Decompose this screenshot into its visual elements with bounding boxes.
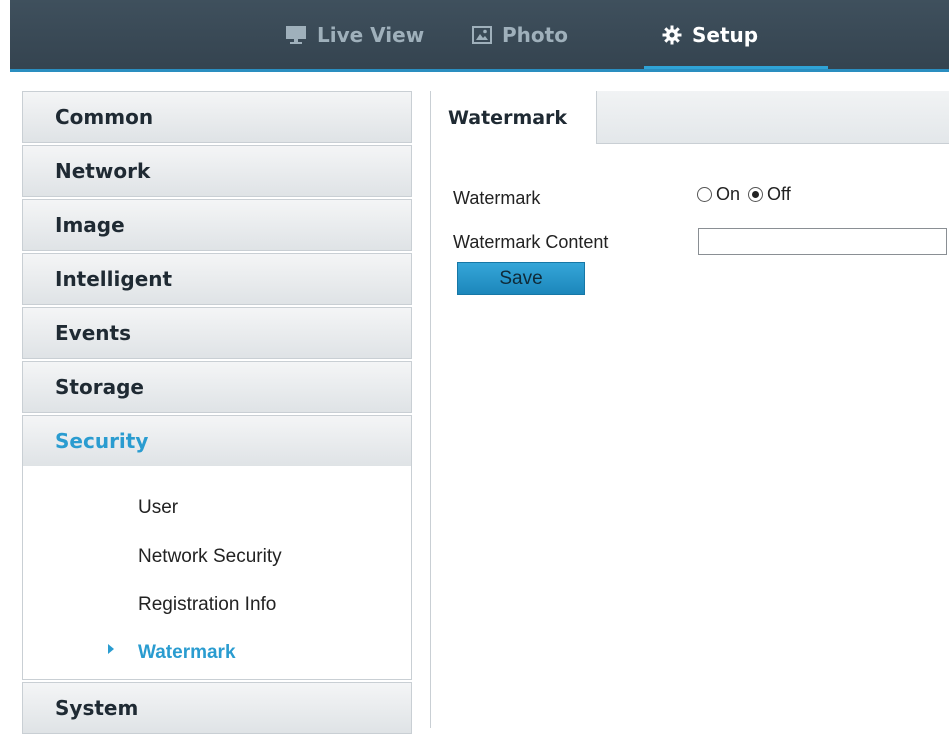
nav-setup-label: Setup — [692, 22, 759, 47]
sidebar-item-label: Events — [55, 321, 131, 345]
watermark-content-input[interactable] — [698, 228, 947, 255]
gear-icon — [662, 25, 682, 44]
sidebar-item-label: Network — [55, 159, 151, 183]
tab-watermark-label: Watermark — [448, 106, 568, 129]
watermark-off-radio[interactable] — [748, 187, 764, 202]
watermark-on-label[interactable]: On — [716, 184, 740, 205]
content-panel: Watermark Watermark On Off Watermark Con… — [430, 91, 949, 728]
image-icon — [472, 25, 492, 44]
sidebar-item-label: Storage — [55, 375, 144, 399]
watermark-on-radio[interactable] — [697, 187, 712, 202]
nav-setup[interactable]: Setup — [644, 0, 829, 69]
nav-setup-underline — [644, 66, 829, 69]
watermark-content-label: Watermark Content — [453, 232, 609, 252]
nav-photo-label: Photo — [502, 22, 568, 47]
tab-watermark[interactable]: Watermark — [431, 91, 597, 144]
sidebar-item-intelligent[interactable]: Intelligent — [22, 253, 412, 305]
nav-live-view-label: Live View — [317, 22, 425, 47]
active-arrow-icon — [108, 644, 114, 654]
sidebar-item-image[interactable]: Image — [22, 199, 412, 251]
sidebar-item-label: Image — [55, 213, 125, 237]
top-nav-bar: Live View Photo Setup — [10, 0, 949, 72]
security-submenu: User Network Security Registration Info … — [22, 466, 412, 680]
sidebar-item-label: Security — [55, 429, 149, 453]
sidebar-item-system[interactable]: System — [22, 682, 412, 734]
submenu-item-user[interactable]: User — [138, 497, 178, 519]
nav-live-view[interactable]: Live View — [285, 0, 424, 69]
top-nav-accent-line — [10, 69, 949, 72]
sidebar-item-label: Intelligent — [55, 267, 173, 291]
monitor-icon — [286, 25, 306, 44]
sidebar-item-common[interactable]: Common — [22, 91, 412, 143]
watermark-label: Watermark — [453, 188, 541, 208]
submenu-item-registration-info[interactable]: Registration Info — [138, 594, 276, 616]
watermark-radio-group: On Off — [697, 184, 799, 205]
sidebar-item-events[interactable]: Events — [22, 307, 412, 359]
submenu-item-network-security[interactable]: Network Security — [138, 546, 282, 568]
submenu-item-watermark[interactable]: Watermark — [138, 642, 236, 664]
sidebar-item-label: System — [55, 696, 139, 720]
sidebar-item-storage[interactable]: Storage — [22, 361, 412, 413]
tab-strip: Watermark — [431, 91, 949, 144]
sidebar-item-label: Common — [55, 105, 154, 129]
sidebar-item-security[interactable]: Security — [22, 415, 412, 467]
save-button[interactable]: Save — [457, 262, 585, 295]
watermark-off-label[interactable]: Off — [767, 184, 791, 205]
sidebar-item-network[interactable]: Network — [22, 145, 412, 197]
nav-photo[interactable]: Photo — [472, 0, 568, 69]
